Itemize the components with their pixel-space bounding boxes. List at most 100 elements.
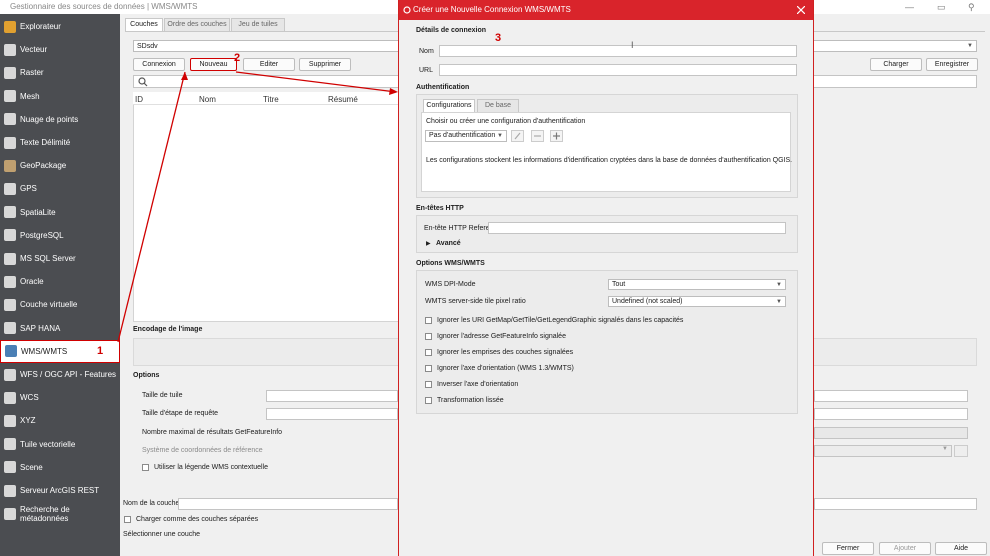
chevron-down-icon: ▼ <box>942 446 948 452</box>
wms-option-checkbox[interactable] <box>425 381 432 388</box>
pixel-ratio-select[interactable]: Undefined (not scaled) ▼ <box>608 296 786 307</box>
auth-header: Authentification <box>416 84 470 91</box>
vector-tile-icon <box>4 438 16 451</box>
enregistrer-button[interactable]: Enregistrer <box>926 58 978 71</box>
wms-option-label: Ignorer les emprises des couches signalé… <box>437 349 574 356</box>
sidebar-item[interactable]: PostgreSQL <box>0 224 120 247</box>
referer-input[interactable] <box>488 222 786 234</box>
sidebar-item[interactable]: Tuile vectorielle <box>0 433 120 456</box>
crs-select[interactable]: ▼ <box>814 445 952 457</box>
wfs-icon <box>4 368 16 381</box>
layer-table[interactable] <box>133 92 399 322</box>
sidebar-item-label: Raster <box>20 68 44 78</box>
pencil-icon <box>514 132 521 140</box>
add-config-button[interactable] <box>550 130 563 142</box>
chevron-down-icon: ▼ <box>776 299 782 305</box>
wms-option-label: Ignorer l'axe d'orientation (WMS 1.3/WMT… <box>437 365 574 372</box>
close-icon[interactable] <box>797 6 805 14</box>
wms-option-checkbox[interactable] <box>425 333 432 340</box>
contextual-legend-checkbox[interactable] <box>142 464 149 471</box>
tile-size-input[interactable] <box>266 390 398 402</box>
column-nom[interactable]: Nom <box>199 95 216 104</box>
delimited-text-icon <box>4 136 16 149</box>
contextual-legend-label: Utiliser la légende WMS contextuelle <box>154 464 268 471</box>
mesh-icon <box>4 90 16 103</box>
oracle-icon <box>4 275 16 288</box>
name-input[interactable] <box>439 45 797 57</box>
column-resume[interactable]: Résumé <box>328 95 358 104</box>
wms-option-checkbox[interactable] <box>425 365 432 372</box>
tab-jeu-tuiles[interactable]: Jeu de tuiles <box>231 18 285 31</box>
load-separate-checkbox[interactable] <box>124 516 131 523</box>
step-size-input-right[interactable] <box>814 408 968 420</box>
sidebar-item[interactable]: Raster <box>0 61 120 84</box>
tab-couches[interactable]: Couches <box>125 18 163 31</box>
sidebar-item[interactable]: Texte Délimité <box>0 131 120 154</box>
wms-option-checkbox[interactable] <box>425 349 432 356</box>
url-label: URL <box>419 67 434 74</box>
column-id[interactable]: ID <box>135 95 143 104</box>
sidebar-item[interactable]: MS SQL Server <box>0 247 120 270</box>
sidebar-item[interactable]: Explorateur <box>0 15 120 38</box>
load-separate-label: Charger comme des couches séparées <box>136 516 259 523</box>
aide-button[interactable]: Aide <box>935 542 987 555</box>
editer-button[interactable]: Editer <box>243 58 295 71</box>
encoding-header: Encodage de l'image <box>133 326 203 333</box>
nouveau-button[interactable]: Nouveau <box>190 58 237 71</box>
sidebar-item[interactable]: Scene <box>0 456 120 479</box>
max-results-input[interactable] <box>814 427 968 439</box>
wms-option-checkbox[interactable] <box>425 397 432 404</box>
sidebar-item[interactable]: Couche virtuelle <box>0 293 120 316</box>
tile-size-input-right[interactable] <box>814 390 968 402</box>
layer-name-input-right[interactable] <box>814 498 977 510</box>
window-title: Gestionnaire des sources de données | WM… <box>10 2 198 11</box>
tab-configurations[interactable]: Configurations <box>423 99 475 112</box>
sidebar-item[interactable]: XYZ <box>0 409 120 432</box>
auth-config-select[interactable]: Pas d'authentification ▼ <box>425 130 507 142</box>
sidebar-item[interactable]: SAP HANA <box>0 317 120 340</box>
advanced-toggle[interactable]: Avancé <box>436 240 461 247</box>
sidebar-item-label: Nuage de points <box>20 114 79 124</box>
auth-info-text: Les configurations stockent les informat… <box>426 157 793 164</box>
supprimer-button[interactable]: Supprimer <box>299 58 351 71</box>
sidebar-item[interactable]: WCS <box>0 386 120 409</box>
dpi-mode-select[interactable]: Tout ▼ <box>608 279 786 290</box>
connexion-button[interactable]: Connexion <box>133 58 185 71</box>
column-titre[interactable]: Titre <box>263 95 279 104</box>
crs-picker-button[interactable] <box>954 445 968 457</box>
annotation-number-1: 1 <box>97 345 104 357</box>
http-header: En-têtes HTTP <box>416 205 464 212</box>
chevron-right-icon[interactable]: ▶ <box>426 240 431 247</box>
minimize-button[interactable]: — <box>905 0 914 14</box>
sidebar-item[interactable]: Vecteur <box>0 38 120 61</box>
ajouter-button[interactable]: Ajouter <box>879 542 931 555</box>
step-size-input[interactable] <box>266 408 398 420</box>
maximize-button[interactable]: ▭ <box>937 0 946 14</box>
sidebar-item[interactable]: Serveur ArcGIS REST <box>0 479 120 502</box>
wms-option-label: Ignorer l'adresse GetFeatureInfo signalé… <box>437 333 566 340</box>
chevron-down-icon: ▼ <box>497 133 503 139</box>
wcs-icon <box>4 391 16 404</box>
sidebar-item[interactable]: GPS <box>0 177 120 200</box>
charger-button[interactable]: Charger <box>870 58 922 71</box>
sidebar-item[interactable]: Oracle <box>0 270 120 293</box>
step-size-label: Taille d'étape de requête <box>142 410 219 417</box>
fermer-button[interactable]: Fermer <box>822 542 874 555</box>
layer-name-input[interactable] <box>178 498 398 510</box>
tab-de-base[interactable]: De base <box>477 99 519 112</box>
sidebar-item-label: Vecteur <box>20 45 48 55</box>
edit-config-button[interactable] <box>511 130 524 142</box>
sidebar-item[interactable]: SpatiaLite <box>0 201 120 224</box>
sidebar-item-label: SAP HANA <box>20 323 61 333</box>
sidebar-item-label: Oracle <box>20 277 44 287</box>
remove-config-button[interactable] <box>531 130 544 142</box>
sidebar-item[interactable]: Mesh <box>0 85 120 108</box>
sidebar-item[interactable]: WFS / OGC API - Features <box>0 363 120 386</box>
url-input[interactable] <box>439 64 797 76</box>
wms-option-checkbox[interactable] <box>425 317 432 324</box>
tab-ordre-couches[interactable]: Ordre des couches <box>164 18 230 31</box>
sidebar-item[interactable]: GeoPackage <box>0 154 120 177</box>
sidebar-item[interactable]: Recherche de métadonnées <box>0 502 120 525</box>
sidebar-item[interactable]: Nuage de points <box>0 108 120 131</box>
pin-button[interactable]: ⚲ <box>968 0 975 14</box>
